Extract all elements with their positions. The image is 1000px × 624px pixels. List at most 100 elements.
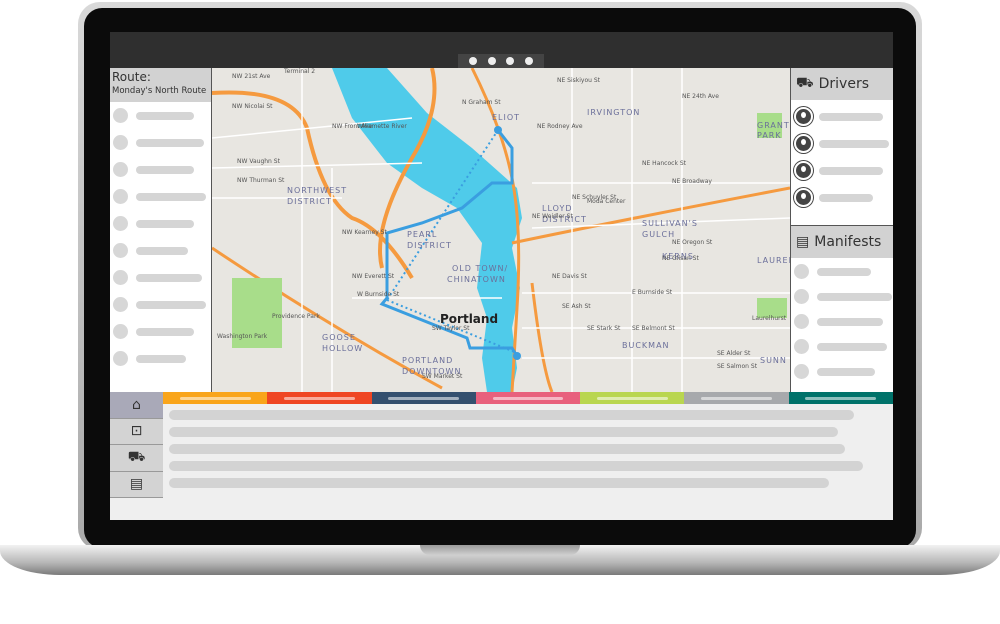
neighborhood-label: IRVINGTON <box>587 108 640 117</box>
route-stop[interactable] <box>110 291 211 318</box>
tab-1[interactable] <box>163 392 268 404</box>
dot[interactable] <box>506 57 515 65</box>
laptop-notch <box>420 545 580 555</box>
content-row[interactable] <box>169 427 838 437</box>
nav-floppy-disk[interactable]: ▤ <box>110 472 163 498</box>
street-label: NE Rodney Ave <box>537 123 583 130</box>
neighborhood-label: SUNN <box>760 356 787 365</box>
top-bar <box>110 32 893 68</box>
street-label: N Graham St <box>462 99 501 106</box>
placeholder-text <box>817 292 892 301</box>
manifest-icon <box>794 314 809 329</box>
dot[interactable] <box>524 57 533 65</box>
route-stop[interactable] <box>110 318 211 345</box>
truck-icon: ⛟ <box>796 75 814 91</box>
user-icon <box>794 107 813 126</box>
manifest-item[interactable] <box>791 259 893 284</box>
tab-2[interactable] <box>267 392 372 404</box>
street-label: NW Thurman St <box>237 177 285 184</box>
map[interactable]: NORTHWEST DISTRICT PEARL DISTRICT OLD TOWN/C… <box>212 68 790 392</box>
street-label: W Burnside St <box>357 291 400 298</box>
placeholder-text <box>817 317 883 326</box>
placeholder-text <box>136 165 194 174</box>
manifest-item[interactable] <box>791 309 893 334</box>
placeholder-text <box>817 267 871 276</box>
content-row[interactable] <box>169 461 863 471</box>
neighborhood-label: GRANT <box>757 121 790 130</box>
neighborhood-label: CHINATOWN <box>447 275 506 284</box>
driver-item[interactable] <box>791 157 893 184</box>
user-icon <box>794 134 813 153</box>
route-stop[interactable] <box>110 210 211 237</box>
manifests-title: Manifests <box>814 234 882 250</box>
neighborhood-label: GULCH <box>642 230 675 239</box>
nav-inbox[interactable]: ⊡ <box>110 419 163 445</box>
manifest-icon <box>794 339 809 354</box>
stop-icon <box>113 162 128 177</box>
street-label: NE Hancock St <box>642 160 687 167</box>
route-start-marker <box>494 126 502 134</box>
floppy-disk-icon: ▤ <box>796 234 810 250</box>
neighborhood-label: LLOYD <box>542 204 573 213</box>
manifest-item[interactable] <box>791 334 893 359</box>
neighborhood-label: ELIOT <box>492 113 520 122</box>
neighborhood-label: DISTRICT <box>407 241 452 250</box>
street-label: SE Belmont St <box>632 325 675 332</box>
street-label: NW Vaughn St <box>237 158 281 165</box>
tab-6[interactable] <box>684 392 789 404</box>
street-label: NW Kearney St <box>342 229 387 236</box>
nav-truck[interactable]: ⛟ <box>110 445 163 472</box>
tab-4[interactable] <box>475 392 581 404</box>
stop-icon <box>113 135 128 150</box>
tab-7[interactable] <box>788 392 893 404</box>
route-stop[interactable] <box>110 237 211 264</box>
neighborhood-label: SULLIVAN'S <box>642 219 698 228</box>
route-stop[interactable] <box>110 345 211 372</box>
route-stop[interactable] <box>110 102 211 129</box>
route-stop[interactable] <box>110 156 211 183</box>
driver-item[interactable] <box>791 103 893 130</box>
tab-5[interactable] <box>580 392 685 404</box>
content-row[interactable] <box>169 444 845 454</box>
driver-item[interactable] <box>791 130 893 157</box>
route-stop[interactable] <box>110 129 211 156</box>
dot[interactable] <box>487 57 496 65</box>
placeholder-text <box>819 193 873 202</box>
route-stop[interactable] <box>110 264 211 291</box>
street-label: NE Glisan St <box>662 255 699 262</box>
manifest-item[interactable] <box>791 284 893 309</box>
manifest-item[interactable] <box>791 359 893 384</box>
driver-item[interactable] <box>791 184 893 211</box>
placeholder-text <box>136 111 194 120</box>
stop-icon <box>113 108 128 123</box>
user-icon <box>794 161 813 180</box>
dot[interactable] <box>469 57 478 65</box>
street-label: SW Taylor St <box>432 325 470 332</box>
content-row[interactable] <box>169 478 829 488</box>
street-label: Willamette River <box>357 123 407 130</box>
street-label: Terminal 2 <box>283 68 315 75</box>
side-nav: ⌂ ⊡ ⛟ ▤ <box>110 392 163 498</box>
street-label: SE Stark St <box>587 325 621 332</box>
home-icon: ⌂ <box>132 396 141 413</box>
placeholder-text <box>819 166 883 175</box>
route-stop[interactable] <box>110 183 211 210</box>
street-label: SE Alder St <box>717 350 751 357</box>
street-label: SE Salmon St <box>717 363 758 370</box>
placeholder-text <box>136 219 194 228</box>
content-row[interactable] <box>169 410 854 420</box>
neighborhood-label: PORTLAND <box>402 356 453 365</box>
street-label: Providence Park <box>272 313 320 320</box>
drivers-header: ⛟ Drivers <box>791 68 893 100</box>
street-label: NE Broadway <box>672 178 712 185</box>
placeholder-text <box>136 192 206 201</box>
window-dots <box>458 54 544 68</box>
manifest-icon <box>794 289 809 304</box>
stop-icon <box>113 351 128 366</box>
placeholder-text <box>819 112 883 121</box>
tab-3[interactable] <box>371 392 476 404</box>
route-label: Route: <box>112 70 151 84</box>
neighborhood-label: NORTHWEST <box>287 186 347 195</box>
nav-home[interactable]: ⌂ <box>110 392 163 419</box>
street-label: NW Everett St <box>352 273 395 280</box>
